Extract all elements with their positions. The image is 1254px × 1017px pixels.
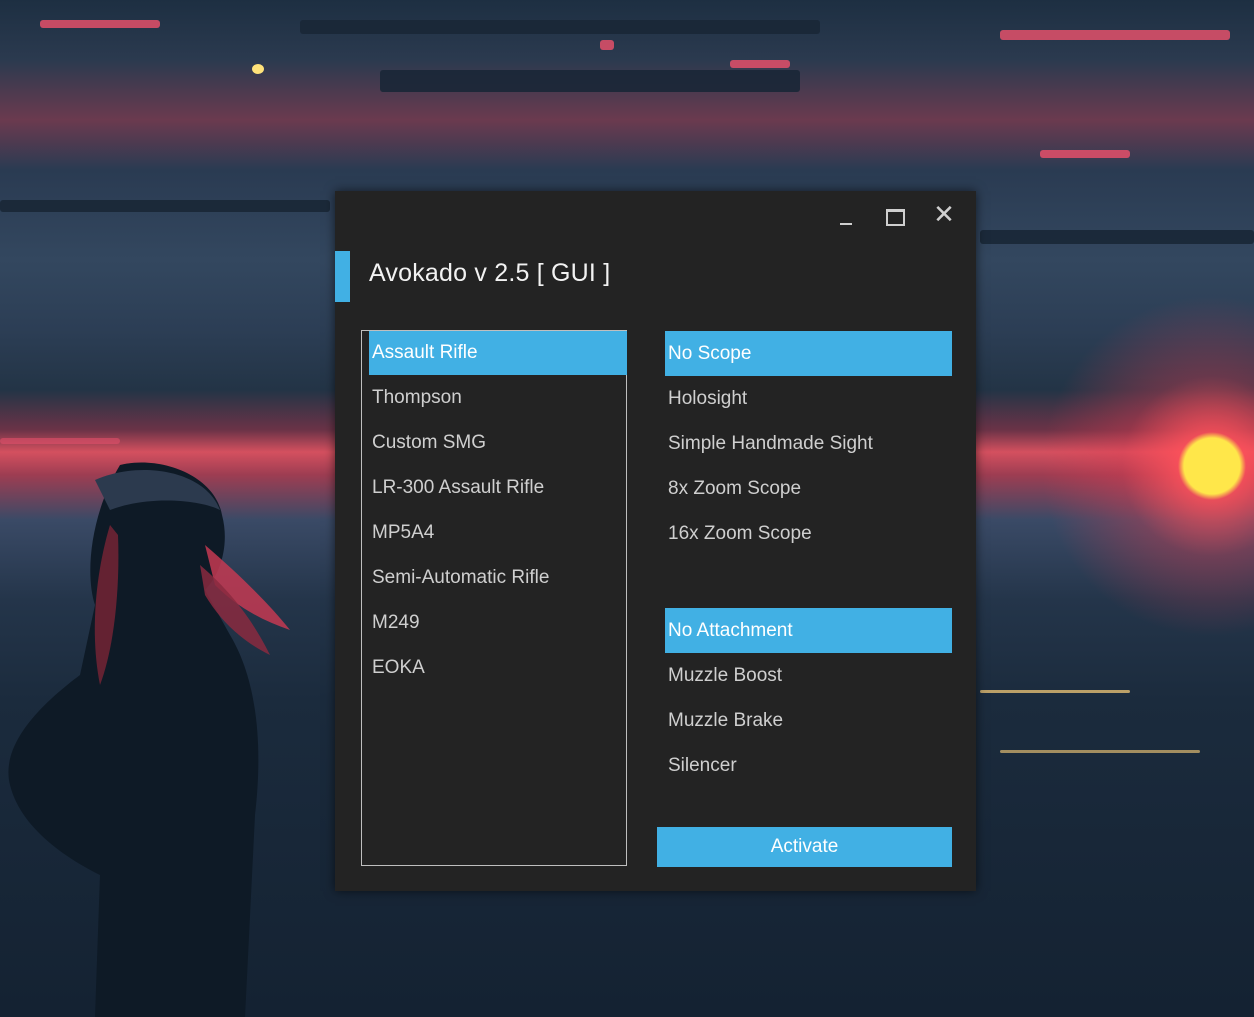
wallpaper-lights xyxy=(980,690,1130,693)
app-window: ✕ Avokado v 2.5 [ GUI ] Assault Rifle Th… xyxy=(335,191,976,891)
weapon-item-eoka[interactable]: EOKA xyxy=(369,646,627,690)
weapon-list[interactable]: Assault Rifle Thompson Custom SMG LR-300… xyxy=(361,330,627,866)
scope-option-holosight[interactable]: Holosight xyxy=(665,376,952,421)
scope-option-16x-zoom[interactable]: 16x Zoom Scope xyxy=(665,511,952,556)
scope-option-simple-handmade-sight[interactable]: Simple Handmade Sight xyxy=(665,421,952,466)
weapon-item-lr-300[interactable]: LR-300 Assault Rifle xyxy=(369,466,627,510)
wallpaper-streak xyxy=(40,20,160,28)
wallpaper-streak xyxy=(600,40,614,50)
weapon-item-m249[interactable]: M249 xyxy=(369,601,627,645)
scope-option-no-scope[interactable]: No Scope xyxy=(665,331,952,376)
maximize-button[interactable] xyxy=(883,203,907,227)
weapon-item-custom-smg[interactable]: Custom SMG xyxy=(369,421,627,465)
wallpaper-lights xyxy=(1000,750,1200,753)
attachment-option-silencer[interactable]: Silencer xyxy=(665,743,952,788)
attachment-option-muzzle-brake[interactable]: Muzzle Brake xyxy=(665,698,952,743)
wallpaper-streak xyxy=(0,438,120,444)
minimize-button[interactable] xyxy=(834,203,858,227)
title-accent-bar xyxy=(335,251,350,302)
weapon-item-assault-rifle[interactable]: Assault Rifle xyxy=(369,331,627,375)
weapon-item-semi-automatic-rifle[interactable]: Semi-Automatic Rifle xyxy=(369,556,627,600)
wallpaper-streak xyxy=(980,230,1254,244)
weapon-item-mp5a4[interactable]: MP5A4 xyxy=(369,511,627,555)
wallpaper-figure xyxy=(8,462,290,1017)
close-button[interactable]: ✕ xyxy=(932,200,956,230)
wallpaper-streak xyxy=(0,200,330,212)
attachment-option-no-attachment[interactable]: No Attachment xyxy=(665,608,952,653)
wallpaper-streak xyxy=(730,60,790,68)
window-title: Avokado v 2.5 [ GUI ] xyxy=(369,259,611,287)
wallpaper-streak xyxy=(300,20,820,34)
wallpaper-streak xyxy=(380,70,800,92)
desktop-wallpaper: ✕ Avokado v 2.5 [ GUI ] Assault Rifle Th… xyxy=(0,0,1254,1017)
wallpaper-streak xyxy=(1000,30,1230,40)
close-icon: ✕ xyxy=(933,200,955,230)
scope-option-8x-zoom[interactable]: 8x Zoom Scope xyxy=(665,466,952,511)
wallpaper-streak xyxy=(1040,150,1130,158)
wallpaper-light-dot xyxy=(252,64,264,74)
weapon-item-thompson[interactable]: Thompson xyxy=(369,376,627,420)
attachment-option-muzzle-boost[interactable]: Muzzle Boost xyxy=(665,653,952,698)
activate-button[interactable]: Activate xyxy=(657,827,952,867)
